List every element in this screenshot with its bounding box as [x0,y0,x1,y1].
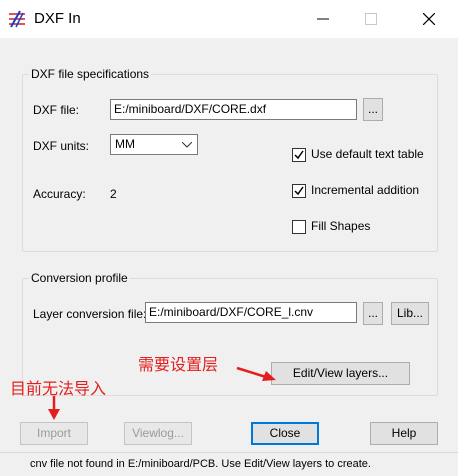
minimize-button[interactable] [300,0,346,38]
lib-button[interactable]: Lib... [391,302,429,325]
status-text: cnv file not found in E:/miniboard/PCB. … [30,458,371,470]
accuracy-label: Accuracy: [33,187,86,201]
title-bar[interactable]: DXF In [0,0,458,38]
window-close-button[interactable] [406,0,452,38]
import-unavailable-annotation: 目前无法导入 [10,379,107,398]
help-button[interactable]: Help [370,422,438,445]
minimize-icon [317,18,329,20]
use-default-text-table-checkbox[interactable] [292,148,306,162]
edit-view-layers-button[interactable]: Edit/View layers... [271,362,410,385]
dxf-app-icon [9,10,25,28]
dxf-specs-group-label: DXF file specifications [29,67,152,81]
incremental-addition-checkbox[interactable] [292,184,306,198]
dxf-file-input[interactable]: E:/miniboard/DXF/CORE.dxf [110,99,357,120]
layer-conversion-file-label: Layer conversion file: [33,307,147,321]
chevron-down-icon [182,142,192,148]
import-button[interactable]: Import [20,422,88,445]
dxf-units-label: DXF units: [33,139,90,153]
close-button[interactable]: Close [251,422,319,445]
status-bar: cnv file not found in E:/miniboard/PCB. … [0,452,458,476]
dxf-units-select[interactable]: MM [110,134,198,155]
viewlog-button[interactable]: Viewlog... [124,422,192,445]
layer-file-browse-button[interactable]: ... [363,302,383,325]
use-default-text-table-label[interactable]: Use default text table [311,147,424,161]
dxf-file-label: DXF file: [33,103,80,117]
window-title: DXF In [34,10,81,27]
fill-shapes-checkbox[interactable] [292,220,306,234]
incremental-addition-label[interactable]: Incremental addition [311,183,419,197]
checkmark-icon [294,186,304,196]
dialog-body: DXF file specifications DXF file: E:/min… [0,38,458,476]
maximize-button[interactable] [348,0,394,38]
layer-conversion-file-input[interactable]: E:/miniboard/DXF/CORE_l.cnv [145,302,357,323]
conversion-profile-group-label: Conversion profile [29,271,130,285]
dxf-units-value: MM [115,137,135,151]
dxf-file-browse-button[interactable]: ... [363,98,383,121]
accuracy-value: 2 [110,187,117,201]
layer-setup-annotation: 需要设置层 [138,355,219,374]
close-icon [423,13,435,25]
fill-shapes-label[interactable]: Fill Shapes [311,219,370,233]
maximize-icon [365,13,377,25]
checkmark-icon [294,150,304,160]
